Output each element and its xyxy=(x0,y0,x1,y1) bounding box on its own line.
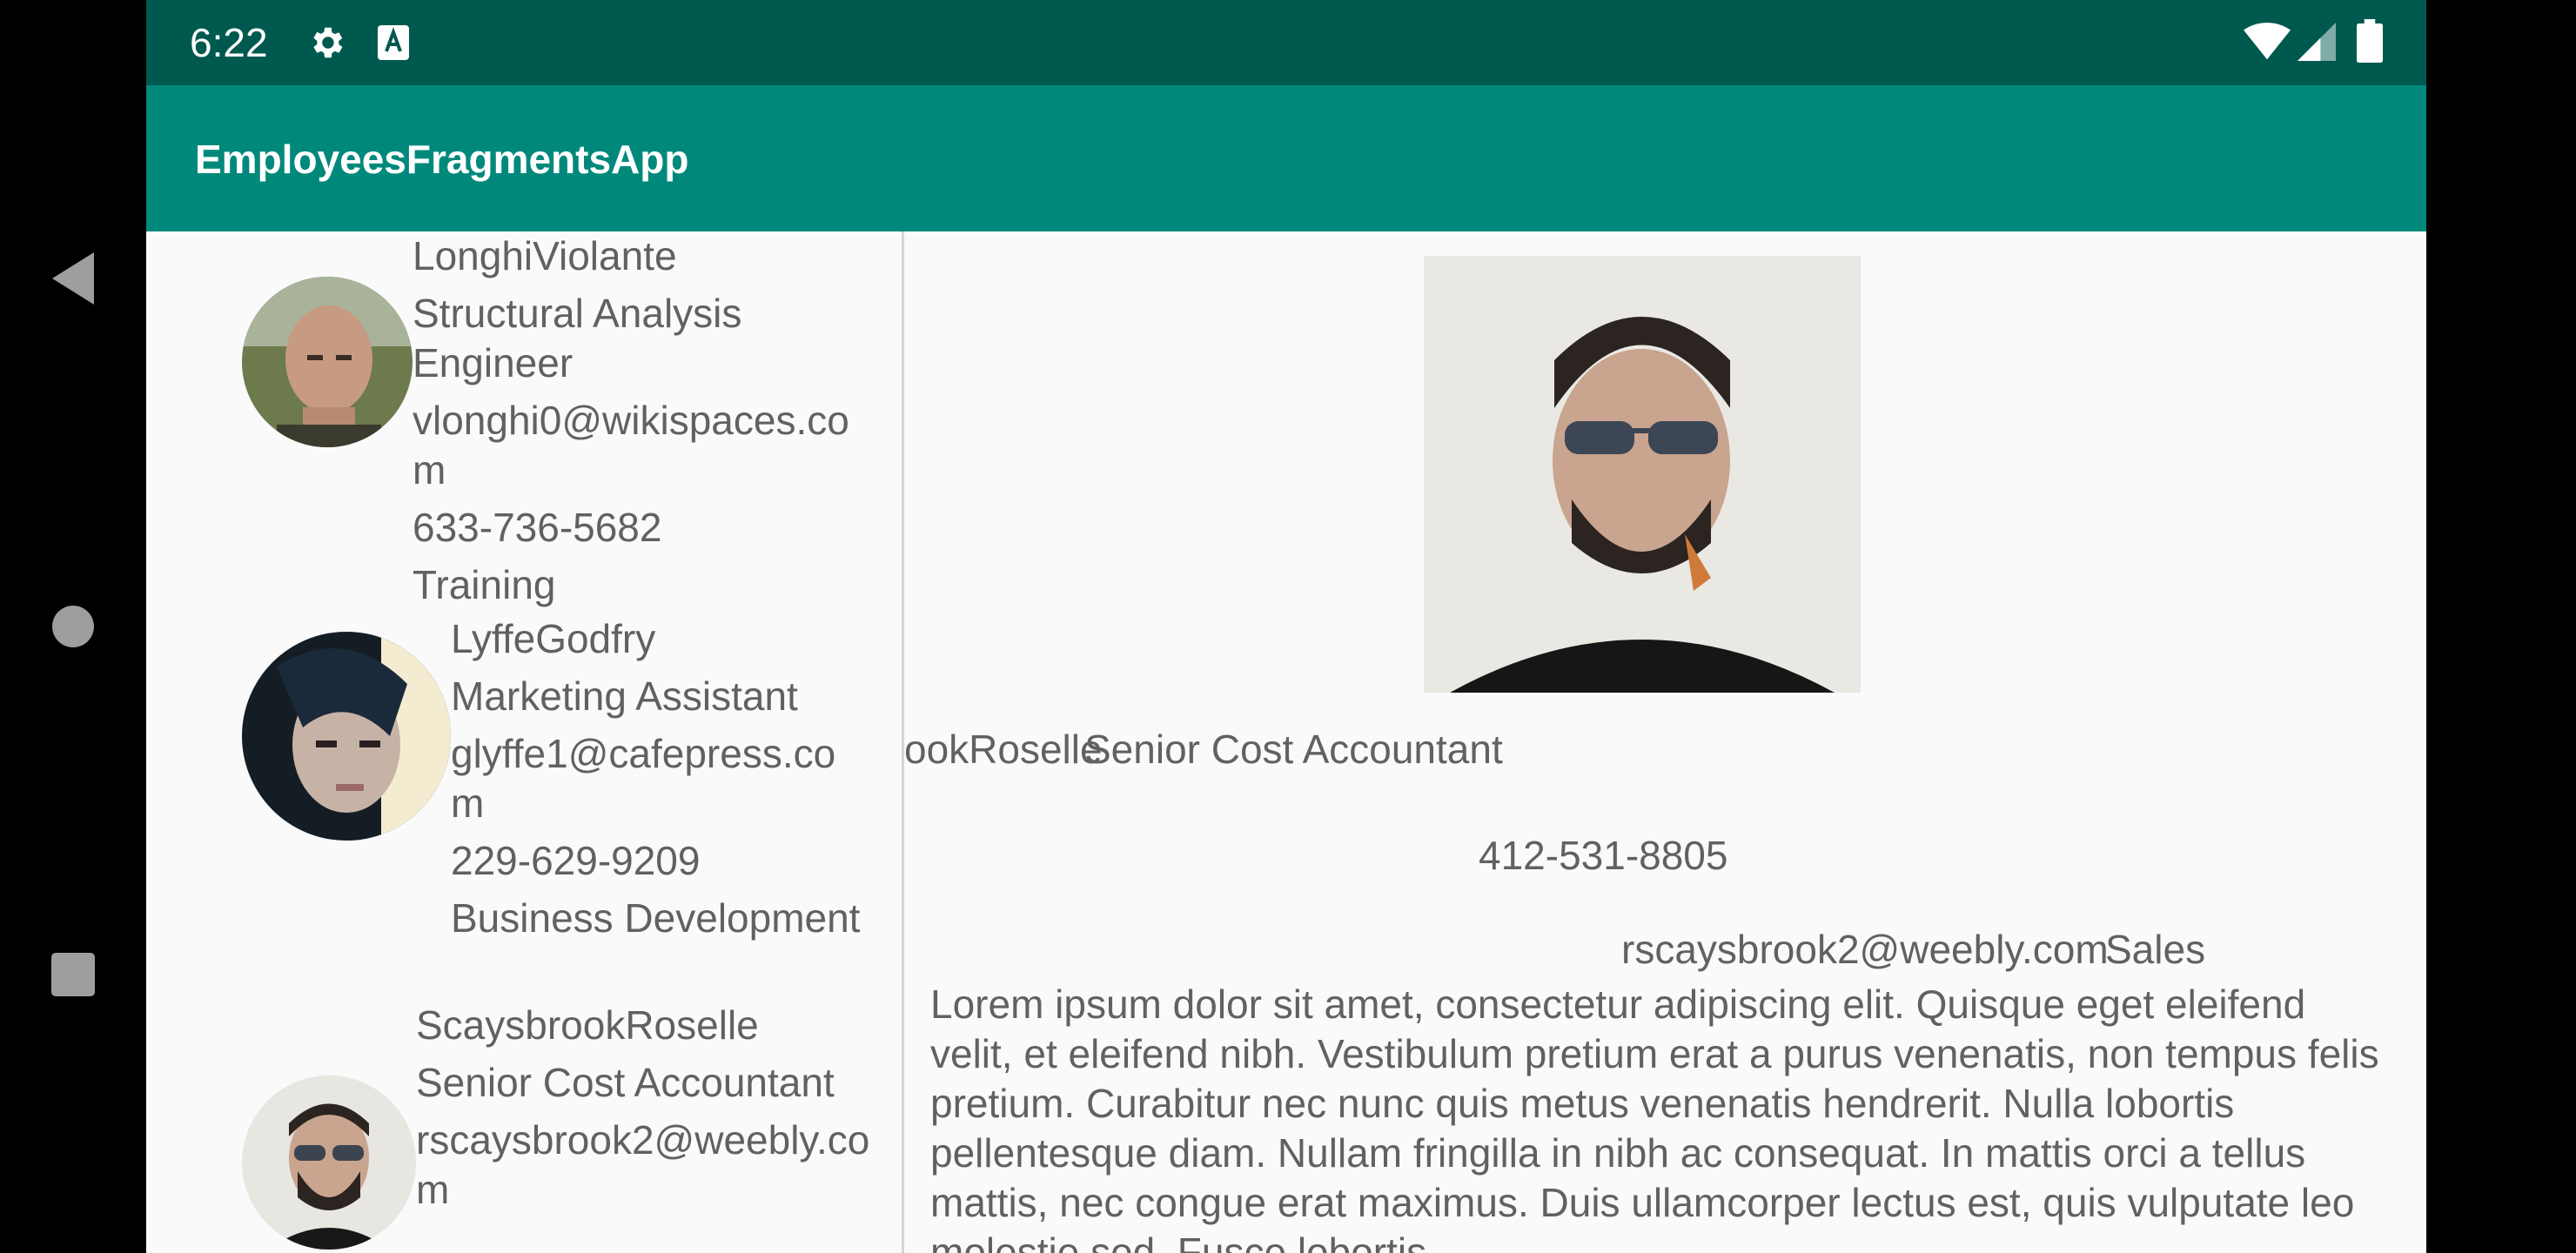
detail-phone: 412-531-8805 xyxy=(1479,833,1728,878)
employee-avatar xyxy=(242,632,451,841)
employee-email: rscaysbrook2@weebly.com xyxy=(416,1117,870,1212)
a-icon xyxy=(378,25,409,60)
employee-department: Training xyxy=(413,562,556,607)
employee-photo xyxy=(1424,256,1861,693)
home-button[interactable] xyxy=(35,588,111,665)
employee-email: glyffe1@cafepress.com xyxy=(451,731,836,826)
recents-icon xyxy=(51,953,95,996)
employee-info: LyffeGodfry Marketing Assistant glyffe1@… xyxy=(451,614,869,951)
app-bar: EmployeesFragmentsApp xyxy=(146,85,2426,231)
back-button[interactable] xyxy=(35,240,111,317)
detail-title: Senior Cost Accountant xyxy=(1084,727,1503,772)
employee-avatar xyxy=(242,1075,416,1250)
detail-department: Sales xyxy=(2105,927,2206,972)
employee-list-item[interactable]: LonghiViolante Structural Analysis Engin… xyxy=(146,231,902,614)
detail-description: Lorem ipsum dolor sit amet, consectetur … xyxy=(930,982,2379,1253)
employee-list[interactable]: LonghiViolante Structural Analysis Engin… xyxy=(146,231,902,1253)
home-icon xyxy=(52,606,94,647)
app-title: EmployeesFragmentsApp xyxy=(195,137,689,182)
back-icon xyxy=(52,252,94,305)
employee-list-item[interactable]: LyffeGodfry Marketing Assistant glyffe1@… xyxy=(146,614,902,1001)
employee-name: ScaysbrookRoselle xyxy=(416,1002,759,1048)
employee-title: Structural Analysis Engineer xyxy=(413,291,742,385)
status-bar: 6:22 xyxy=(146,0,2426,85)
detail-name: ookRoselle xyxy=(904,727,1103,772)
employee-email: vlonghi0@wikispaces.com xyxy=(413,398,849,492)
status-time: 6:22 xyxy=(190,20,268,65)
detail-email: rscaysbrook2@weebly.com xyxy=(1621,927,2109,972)
employee-phone: 229-629-9209 xyxy=(451,838,701,883)
right-black-margin xyxy=(2426,0,2576,1253)
employee-info: ScaysbrookRoselle Senior Cost Accountant… xyxy=(416,1001,877,1223)
system-navigation-bar xyxy=(0,0,146,1253)
recents-button[interactable] xyxy=(35,936,111,1013)
employee-name: LonghiViolante xyxy=(413,233,677,278)
wifi-icon xyxy=(2244,23,2291,60)
employee-name: LyffeGodfry xyxy=(451,616,656,661)
employee-phone: 633-736-5682 xyxy=(413,505,662,550)
employee-title: Senior Cost Accountant xyxy=(416,1060,835,1105)
employee-list-item[interactable]: ScaysbrookRoselle Senior Cost Accountant… xyxy=(146,1001,902,1253)
app-screen: 6:22 EmployeesFragmentsApp LonghiViolant… xyxy=(146,0,2426,1253)
employee-detail: ookRoselle Senior Cost Accountant 412-53… xyxy=(904,231,2426,1253)
employee-info: LonghiViolante Structural Analysis Engin… xyxy=(413,231,865,618)
gear-icon xyxy=(313,27,343,58)
signal-icon xyxy=(2298,23,2336,61)
battery-icon xyxy=(2357,19,2383,63)
employee-title: Marketing Assistant xyxy=(451,673,798,719)
employee-avatar xyxy=(242,277,413,447)
employee-department: Business Development xyxy=(451,895,861,941)
